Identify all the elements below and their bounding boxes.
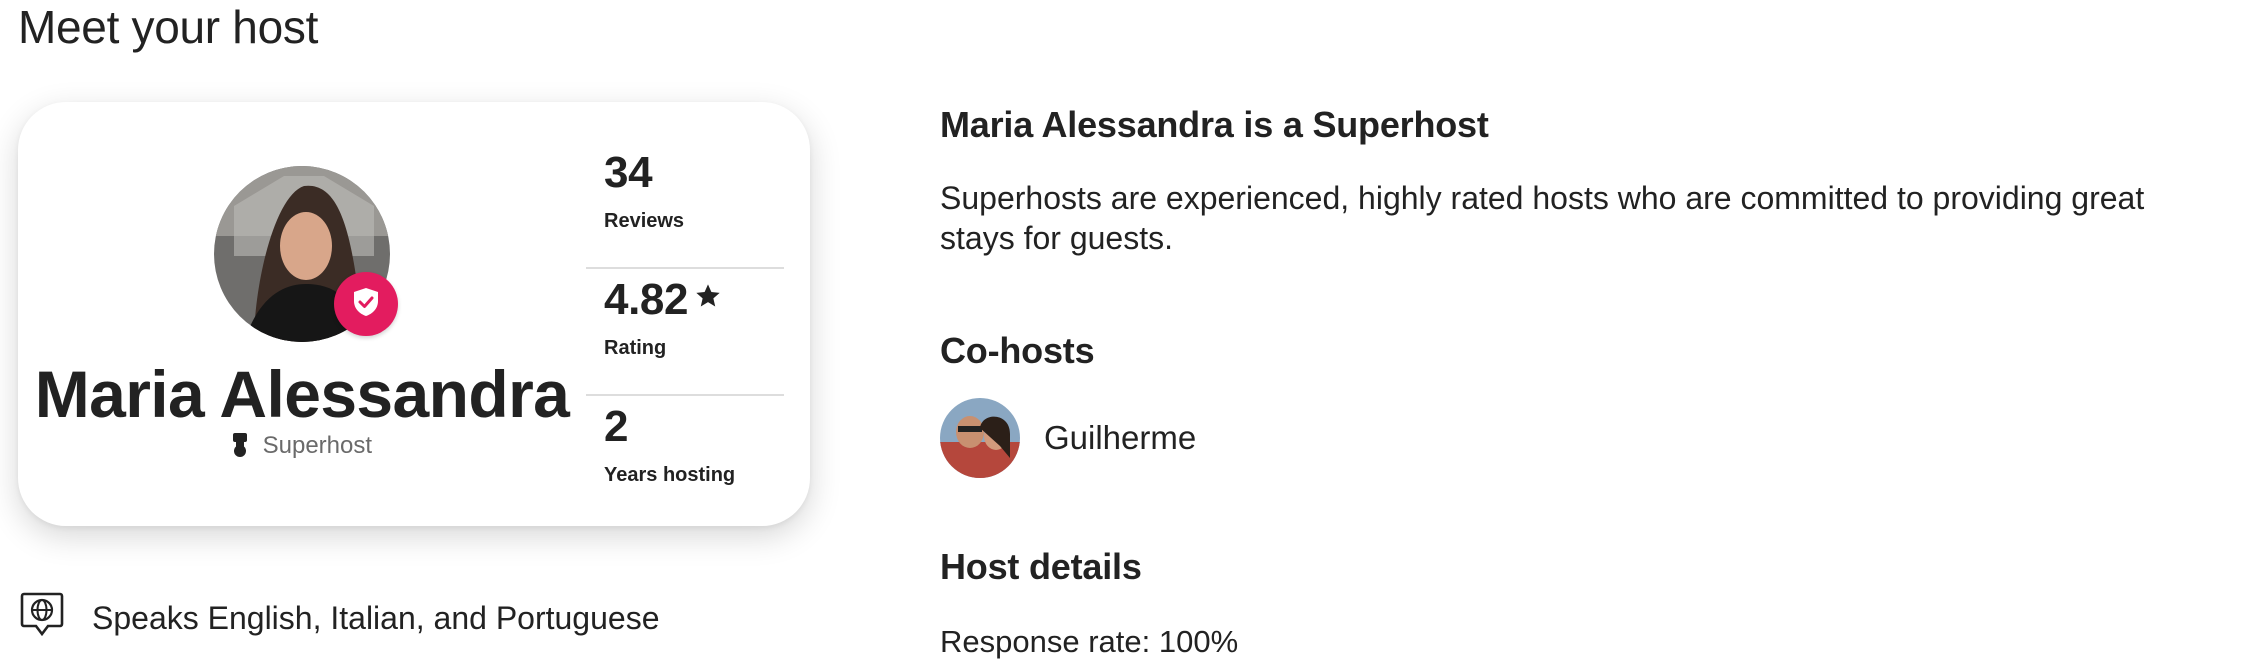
- host-avatar-wrap: [214, 166, 398, 342]
- host-role-label: Superhost: [262, 432, 373, 459]
- superhost-description: Superhosts are experienced, highly rated…: [940, 180, 2145, 256]
- cohost-avatar: [940, 398, 1020, 478]
- host-card[interactable]: Maria Alessandra Superhost 34 Reviews 4.…: [18, 102, 810, 526]
- stat-years-hosting: 2 Years hosting: [586, 396, 784, 523]
- star-icon: [688, 275, 722, 324]
- languages-text: Speaks English, Italian, and Portuguese: [92, 599, 660, 636]
- cohost-name[interactable]: Guilherme: [1044, 419, 1196, 457]
- superhost-medal-icon: [232, 432, 263, 459]
- host-stats: 34 Reviews 4.82 Rating 2 Years hosting: [586, 142, 784, 523]
- stat-value: 4.82: [604, 275, 689, 324]
- host-languages: Speaks English, Italian, and Portuguese: [18, 590, 659, 646]
- superhost-heading: Maria Alessandra is a Superhost: [940, 104, 1489, 145]
- stat-value: 34: [604, 148, 653, 197]
- stat-label: Years hosting: [604, 464, 736, 486]
- stat-label: Reviews: [604, 210, 685, 232]
- superhost-badge: [334, 272, 398, 336]
- stat-rating: 4.82 Rating: [586, 269, 784, 396]
- response-rate: Response rate: 100%: [940, 624, 1239, 659]
- section-title: Meet your host: [18, 1, 319, 53]
- host-role: Superhost: [18, 432, 586, 460]
- cohost-item[interactable]: Guilherme: [940, 398, 1196, 478]
- stat-label: Rating: [604, 337, 667, 359]
- cohosts-heading: Co-hosts: [940, 330, 1095, 371]
- stat-value-rating: 4.82: [604, 275, 722, 325]
- stat-reviews: 34 Reviews: [586, 142, 784, 269]
- stat-value: 2: [604, 402, 629, 451]
- host-name: Maria Alessandra: [34, 357, 570, 431]
- host-details-heading: Host details: [940, 546, 1142, 587]
- shield-check-icon: [352, 287, 380, 322]
- language-globe-icon: [18, 590, 92, 646]
